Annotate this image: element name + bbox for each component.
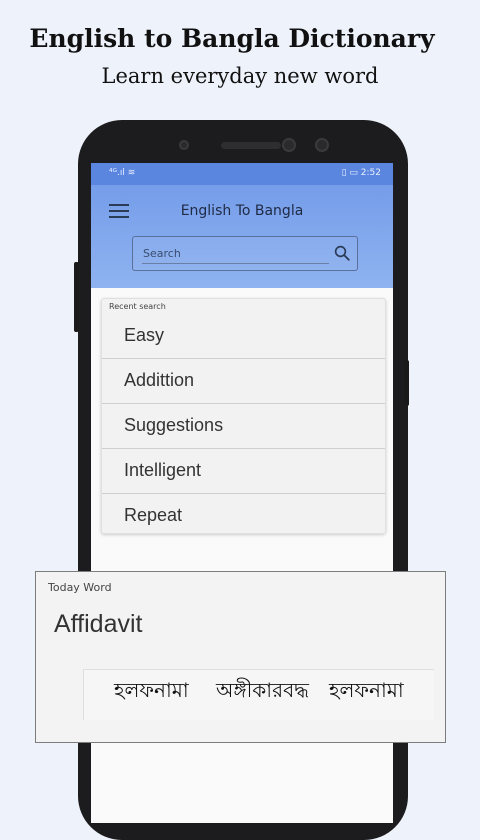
meanings-panel: হলফনামা অঙ্গীকারবদ্ধ হলফনামা (83, 669, 434, 720)
search-box[interactable]: Search (132, 236, 358, 271)
volume-button (74, 262, 79, 332)
recent-search-item-label: Suggestions (124, 415, 224, 435)
status-right: ▯ ▭ 2:52 (342, 168, 381, 178)
recent-search-item-label: Repeat (124, 505, 183, 525)
today-word-card[interactable]: Today Word Affidavit হলফনামা অঙ্গীকারবদ্… (35, 571, 446, 743)
recent-search-card: Recent search Easy Addittion Suggestions… (101, 298, 386, 534)
today-word: Affidavit (54, 610, 143, 638)
recent-search-item-label: Addittion (124, 370, 195, 390)
meaning-text: হলফনামা (114, 678, 189, 702)
recent-search-item-label: Intelligent (124, 460, 202, 480)
search-icon[interactable] (333, 244, 351, 262)
recent-search-item[interactable]: Addittion (102, 359, 385, 404)
phone-speaker (221, 142, 281, 149)
front-sensor-icon (315, 138, 329, 152)
promo-subtitle: Learn everyday new word (101, 64, 379, 88)
meaning-text: অঙ্গীকারবদ্ধ (216, 678, 309, 702)
proximity-sensor-icon (179, 140, 189, 150)
search-input[interactable]: Search (143, 247, 181, 260)
recent-search-item[interactable]: Easy (102, 314, 385, 359)
recent-search-item[interactable]: Repeat (102, 494, 385, 538)
recent-search-label: Recent search (109, 302, 166, 311)
meaning-text: হলফনামা (329, 678, 404, 702)
app-header: ⁴ᴳ.ıl ≋ ▯ ▭ 2:52 English To Bangla Searc… (91, 163, 393, 288)
recent-search-list: Easy Addittion Suggestions Intelligent R… (102, 314, 385, 538)
recent-search-item[interactable]: Suggestions (102, 404, 385, 449)
signal-wifi-icon: ⁴ᴳ.ıl ≋ (109, 168, 136, 178)
power-button (404, 360, 409, 406)
status-bar: ⁴ᴳ.ıl ≋ ▯ ▭ 2:52 (91, 163, 393, 185)
promo-title: English to Bangla Dictionary (29, 24, 435, 53)
today-word-label: Today Word (48, 581, 112, 594)
status-time: 2:52 (360, 168, 381, 178)
search-underline (142, 263, 329, 264)
recent-search-item-label: Easy (124, 325, 165, 345)
front-camera-icon (282, 138, 296, 152)
battery-icon: ▯ ▭ (341, 168, 361, 178)
app-title: English To Bangla (180, 203, 304, 219)
recent-search-item[interactable]: Intelligent (102, 449, 385, 494)
